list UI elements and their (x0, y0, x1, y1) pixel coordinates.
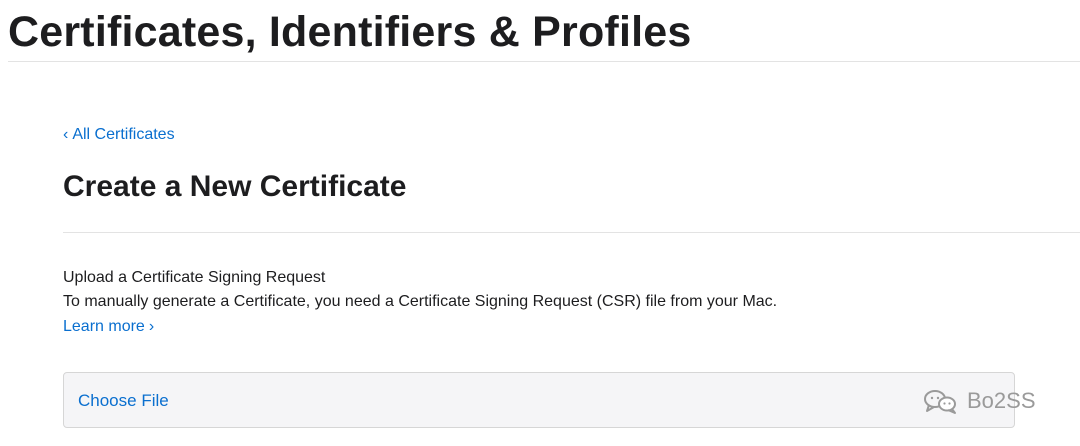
learn-more-link[interactable]: Learn more › (63, 317, 154, 337)
chevron-left-icon: ‹ (63, 126, 69, 143)
all-certificates-label: All Certificates (72, 126, 175, 143)
csr-file-chooser[interactable]: Choose File (63, 372, 1015, 428)
learn-more-label: Learn more (63, 318, 145, 335)
create-certificate-title: Create a New Certificate (63, 170, 407, 203)
csr-description: To manually generate a Certificate, you … (63, 293, 778, 310)
section-divider (63, 232, 1080, 233)
page-title: Certificates, Identifiers & Profiles (8, 8, 692, 56)
chat-bubbles-icon (924, 390, 956, 414)
chevron-right-icon: › (148, 318, 155, 335)
watermark-text: Bo2SS (967, 388, 1036, 413)
bo2ss-watermark: Bo2SS (921, 386, 1036, 416)
page-header: Certificates, Identifiers & Profiles (0, 0, 1080, 62)
choose-file-button[interactable]: Choose File (78, 391, 169, 411)
header-divider (8, 61, 1080, 62)
all-certificates-link[interactable]: ‹ All Certificates (63, 125, 175, 145)
upload-csr-heading: Upload a Certificate Signing Request (63, 269, 326, 286)
